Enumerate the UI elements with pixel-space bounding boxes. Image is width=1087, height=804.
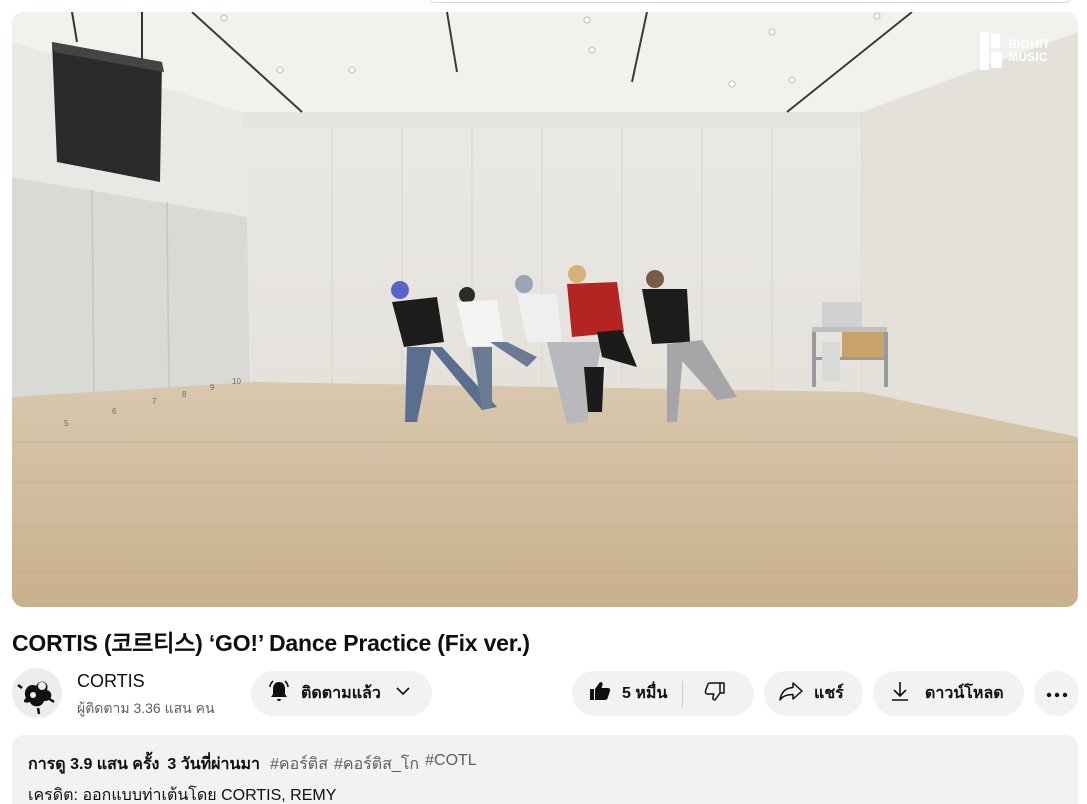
chevron-down-icon bbox=[393, 681, 413, 706]
hashtag-link[interactable]: #คอร์ติส_โก bbox=[334, 752, 419, 777]
download-label: ดาวน์โหลด bbox=[925, 685, 1004, 702]
description-meta: การดู 3.9 แสน ครั้ง 3 วันที่ผ่านมา #คอร์… bbox=[28, 752, 1062, 777]
like-button[interactable]: 5 หมื่น bbox=[572, 671, 667, 716]
share-label: แชร์ bbox=[814, 685, 844, 702]
download-icon bbox=[889, 679, 911, 708]
more-actions-button[interactable] bbox=[1034, 671, 1079, 716]
svg-text:6: 6 bbox=[112, 407, 117, 416]
hashtag-link[interactable]: #คอร์ติส bbox=[270, 752, 328, 777]
bighit-logo-icon bbox=[980, 32, 1003, 70]
thumbs-down-icon bbox=[703, 679, 727, 708]
svg-text:8: 8 bbox=[182, 390, 187, 399]
bell-icon bbox=[267, 679, 291, 708]
hashtag-link[interactable]: #COTL bbox=[425, 752, 477, 777]
description-credit: เครดิต: ออกแบบท่าเต้นโดย CORTIS, REMY bbox=[28, 787, 337, 804]
video-player[interactable]: 5 6 7 8 9 10 BIGHIT MUSIC bbox=[12, 12, 1078, 607]
channel-name[interactable]: CORTIS bbox=[77, 671, 145, 692]
like-dislike-group: 5 หมื่น bbox=[572, 671, 754, 716]
share-arrow-icon bbox=[778, 679, 804, 708]
like-count: 5 หมื่น bbox=[622, 685, 668, 702]
hashtag-list: #คอร์ติส #คอร์ติส_โก #COTL bbox=[270, 752, 477, 777]
svg-text:10: 10 bbox=[232, 377, 241, 386]
channel-watermark: BIGHIT MUSIC bbox=[980, 32, 1050, 70]
share-button[interactable]: แชร์ bbox=[764, 671, 863, 716]
svg-text:7: 7 bbox=[152, 397, 157, 406]
video-title: CORTIS (코르티스) ‘GO!’ Dance Practice (Fix … bbox=[12, 630, 530, 656]
bighit-logo-text: BIGHIT MUSIC bbox=[1008, 37, 1050, 64]
top-divider bbox=[430, 0, 1070, 3]
thumbs-up-icon bbox=[588, 679, 612, 708]
video-frame: 5 6 7 8 9 10 bbox=[12, 12, 1078, 607]
upload-date: 3 วันที่ผ่านมา bbox=[167, 756, 260, 773]
svg-text:5: 5 bbox=[64, 419, 69, 428]
subscribed-button[interactable]: ติดตามแล้ว bbox=[251, 671, 432, 716]
download-button[interactable]: ดาวน์โหลด bbox=[873, 671, 1024, 716]
view-count: การดู 3.9 แสน ครั้ง bbox=[28, 756, 160, 773]
channel-avatar[interactable] bbox=[12, 668, 62, 718]
subscribe-label: ติดตามแล้ว bbox=[301, 685, 381, 702]
dislike-button[interactable] bbox=[683, 671, 747, 716]
description-box[interactable]: การดู 3.9 แสน ครั้ง 3 วันที่ผ่านมา #คอร์… bbox=[12, 735, 1078, 804]
svg-text:9: 9 bbox=[210, 383, 215, 392]
subscriber-count: ผู้ติดตาม 3.36 แสน คน bbox=[77, 700, 215, 716]
more-horizontal-icon bbox=[1046, 685, 1068, 703]
